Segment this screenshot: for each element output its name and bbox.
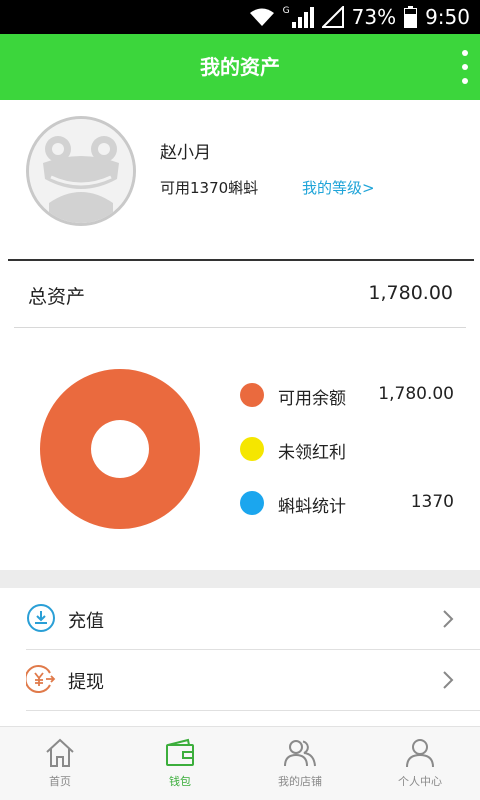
people-icon	[284, 740, 316, 767]
app-bar: 我的资产	[0, 34, 480, 100]
legend-label: 可用余额	[278, 389, 346, 409]
frog-avatar-icon	[29, 119, 133, 223]
legend-value: 1370	[410, 492, 454, 512]
section-divider	[8, 259, 474, 261]
network-type-label: G	[282, 6, 290, 16]
battery-percent: 73%	[351, 5, 397, 29]
legend-dot	[240, 383, 264, 407]
legend-label: 未领红利	[278, 443, 346, 463]
legend-dot	[240, 491, 264, 515]
available-points: 可用1370蝌蚪	[160, 179, 259, 197]
tab-home[interactable]: 首页	[0, 727, 120, 800]
wifi-icon	[249, 8, 274, 26]
total-assets-label: 总资产	[28, 286, 86, 308]
section-gap	[0, 570, 480, 588]
legend-row: 蝌蚪统计 1370	[240, 488, 454, 518]
donut-chart	[39, 369, 200, 529]
tab-profile[interactable]: 个人中心	[360, 727, 480, 800]
bottom-nav: 首页 钱包 我的店铺 个人中心	[0, 726, 480, 800]
person-icon	[406, 739, 434, 768]
page-title: 我的资产	[200, 55, 280, 79]
user-name: 赵小月	[160, 143, 211, 163]
legend-dot	[240, 437, 264, 461]
more-vert-icon[interactable]	[458, 50, 472, 84]
withdraw-label: 提现	[68, 672, 104, 693]
profile-section: 赵小月 可用1370蝌蚪 我的等级>	[0, 100, 480, 260]
legend-label: 蝌蚪统计	[278, 497, 346, 517]
tab-home-label: 首页	[49, 775, 71, 788]
asset-chart: 可用余额 1,780.00 未领红利蝌蚪统计 1370	[0, 328, 480, 570]
legend-row: 未领红利	[240, 434, 454, 464]
recharge-label: 充值	[68, 611, 104, 632]
battery-icon	[404, 6, 418, 28]
legend-row: 可用余额 1,780.00	[240, 380, 454, 410]
total-assets-row: 总资产 1,780.00	[0, 262, 480, 326]
avatar[interactable]	[26, 116, 136, 226]
tab-wallet[interactable]: 钱包	[120, 727, 240, 800]
recharge-item[interactable]: 充值	[0, 589, 480, 649]
total-assets-value: 1,780.00	[368, 282, 453, 304]
withdraw-item[interactable]: 提现	[0, 650, 480, 710]
chevron-right-icon	[443, 610, 454, 628]
empty-signal-icon	[321, 6, 344, 28]
yuan-transfer-icon	[26, 665, 56, 693]
menu-divider	[26, 710, 480, 711]
legend-value: 1,780.00	[378, 384, 454, 404]
chevron-right-icon	[443, 671, 454, 689]
my-level-link[interactable]: 我的等级>	[302, 177, 375, 198]
tab-wallet-label: 钱包	[169, 775, 191, 788]
tab-my-store[interactable]: 我的店铺	[240, 727, 360, 800]
home-icon	[46, 738, 74, 767]
status-bar: G 73% 9:50	[0, 0, 480, 34]
download-circle-icon	[27, 604, 55, 632]
tab-my-store-label: 我的店铺	[278, 775, 322, 788]
clock: 9:50	[425, 5, 470, 29]
tab-profile-label: 个人中心	[398, 775, 442, 788]
status-icons: G 73% 9:50	[249, 0, 470, 34]
signal-icon	[291, 7, 314, 28]
wallet-icon	[166, 738, 194, 766]
donut-slice-0	[39, 369, 200, 529]
